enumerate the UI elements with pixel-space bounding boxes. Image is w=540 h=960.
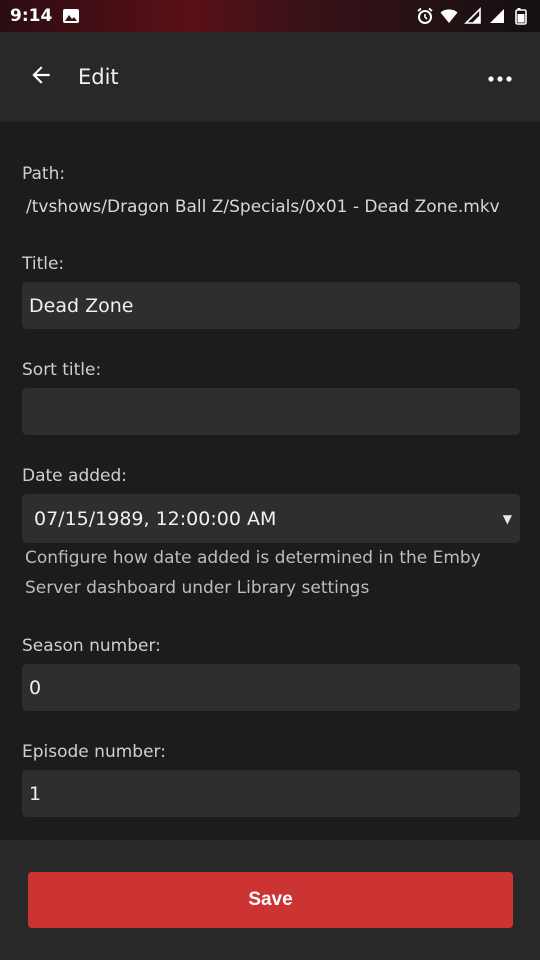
sort-title-input[interactable]: [22, 388, 520, 435]
date-added-label: Date added:: [22, 466, 128, 486]
episode-number-label: Episode number:: [22, 742, 166, 762]
status-time: 9:14: [10, 6, 53, 26]
page-title: Edit: [78, 65, 119, 89]
date-added-help-line2: Server dashboard under Library settings: [25, 578, 370, 598]
date-added-help-line1: Configure how date added is determined i…: [25, 548, 481, 568]
more-horizontal-icon: [488, 68, 512, 87]
more-options-button[interactable]: [460, 32, 540, 122]
date-added-value: 07/15/1989, 12:00:00 AM: [34, 507, 277, 530]
season-number-label: Season number:: [22, 636, 161, 656]
signal-icon: [488, 7, 506, 25]
app-bar: Edit: [0, 32, 540, 122]
footer-bar: Save: [0, 840, 540, 960]
save-button[interactable]: Save: [28, 872, 513, 928]
alarm-icon: [416, 7, 434, 25]
sort-title-label: Sort title:: [22, 360, 102, 380]
path-value: /tvshows/Dragon Ball Z/Specials/0x01 - D…: [26, 197, 500, 217]
date-added-select[interactable]: 07/15/1989, 12:00:00 AM ▼: [22, 494, 520, 543]
battery-icon: [512, 7, 530, 25]
signal-icon: [464, 7, 482, 25]
path-label: Path:: [22, 164, 66, 184]
episode-number-input[interactable]: 1: [22, 770, 520, 817]
status-bar: 9:14: [0, 0, 540, 32]
back-arrow-icon: [28, 62, 54, 92]
image-icon: [62, 7, 80, 25]
title-label: Title:: [22, 254, 65, 274]
wifi-icon: [440, 7, 458, 25]
date-added-help: Configure how date added is determined i…: [25, 543, 481, 603]
season-number-input[interactable]: 0: [22, 664, 520, 711]
back-button[interactable]: [0, 32, 82, 122]
title-input[interactable]: Dead Zone: [22, 282, 520, 329]
dropdown-caret-icon: ▼: [502, 511, 512, 526]
